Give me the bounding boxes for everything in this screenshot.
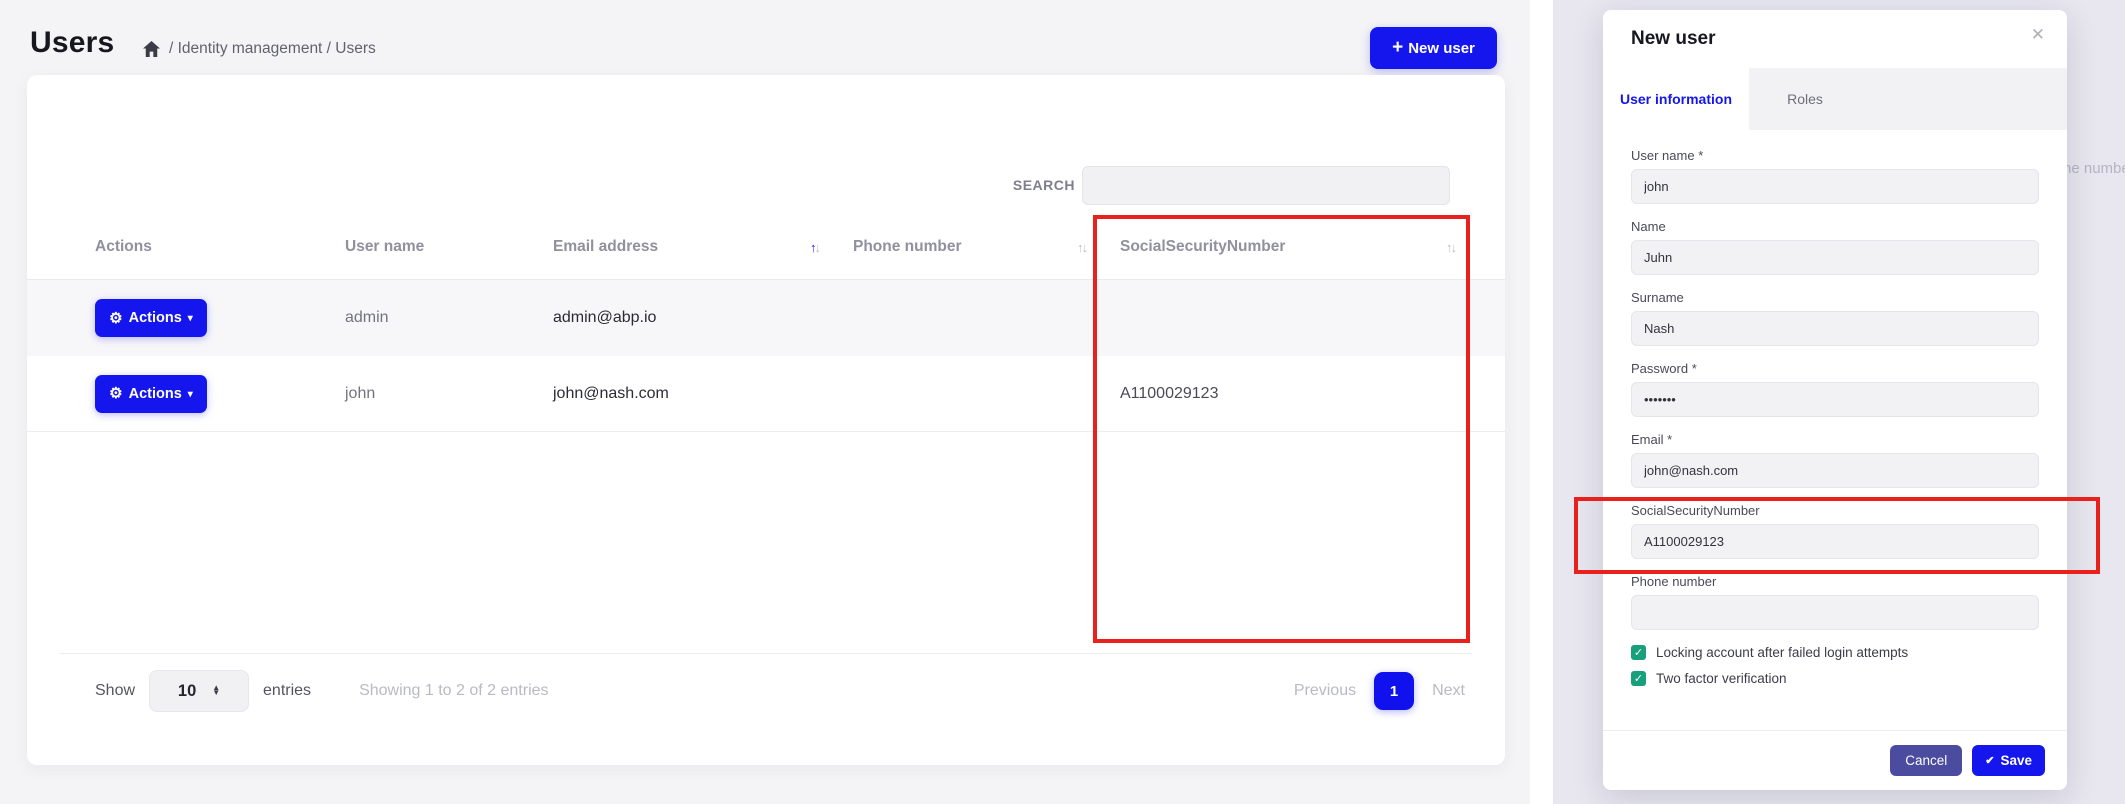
table-row: ⚙ Actions ▾ admin admin@abp.io [27,280,1505,356]
search-label: SEARCH [967,177,1075,193]
checkbox-checked-icon[interactable]: ✓ [1631,671,1646,686]
pagination-bar: Show 10 ▲▼ entries Showing 1 to 2 of 2 e… [95,669,1465,713]
tab-roles[interactable]: Roles [1749,68,1861,130]
caret-down-icon: ▾ [188,314,193,324]
field-ssn: SocialSecurityNumber [1631,503,2039,559]
modal-body: User name * Name Surname Password * Emai… [1603,130,2067,686]
two-factor-checkbox-row: ✓ Two factor verification [1631,671,2039,686]
save-button[interactable]: ✔ Save [1972,745,2045,776]
column-header-ssn: SocialSecurityNumber ↑↓ [1120,238,1465,256]
screen: Users / Identity management / Users + Ne… [0,0,2125,804]
cell-email: admin@abp.io [553,309,853,327]
close-icon[interactable]: ✕ [2031,25,2045,45]
column-header-user-name: User name [345,238,553,256]
sort-icon-phone[interactable]: ↑↓ [1077,240,1086,255]
table-header: Actions User name Email address ↑↓ Phone… [27,215,1505,280]
password-label: Password * [1631,361,2039,376]
field-name: Name [1631,219,2039,275]
new-user-button-label: New user [1408,40,1475,57]
surname-input[interactable] [1631,311,2039,346]
surname-label: Surname [1631,290,2039,305]
field-surname: Surname [1631,290,2039,346]
ssn-input[interactable] [1631,524,2039,559]
checkbox-checked-icon[interactable]: ✓ [1631,645,1646,660]
lockout-checkbox-label: Locking account after failed login attem… [1656,645,1908,660]
actions-dropdown-button[interactable]: ⚙ Actions ▾ [95,375,207,413]
plus-icon: + [1392,38,1403,57]
user-name-input[interactable] [1631,169,2039,204]
name-label: Name [1631,219,2039,234]
previous-page-button[interactable]: Previous [1294,682,1356,700]
cell-user-name: john [345,385,553,403]
breadcrumb: / Identity management / Users [143,40,376,58]
password-input[interactable] [1631,382,2039,417]
name-input[interactable] [1631,240,2039,275]
modal-header: New user ✕ [1603,10,2067,68]
two-factor-checkbox-label: Two factor verification [1656,671,1787,686]
current-page-button[interactable]: 1 [1374,672,1414,710]
lockout-checkbox-row: ✓ Locking account after failed login att… [1631,645,2039,660]
cell-ssn: A1100029123 [1120,385,1465,403]
new-user-modal: New user ✕ User information Roles User n… [1603,10,2067,790]
field-email: Email * [1631,432,2039,488]
background-text-fragment: ne number [2063,160,2125,177]
stepper-icon: ▲▼ [212,686,220,696]
page-title: Users [30,26,114,60]
phone-label: Phone number [1631,574,2039,589]
field-password: Password * [1631,361,2039,417]
breadcrumb-path: / Identity management / Users [169,40,376,58]
email-input[interactable] [1631,453,2039,488]
entries-label: entries [263,682,311,700]
page-size-value: 10 [178,682,196,701]
next-page-button[interactable]: Next [1432,682,1465,700]
users-card: SEARCH Actions User name Email address ↑… [27,75,1505,765]
entries-summary: Showing 1 to 2 of 2 entries [359,682,548,700]
column-header-phone: Phone number ↑↓ [853,238,1120,256]
field-phone: Phone number [1631,574,2039,630]
page-size-select[interactable]: 10 ▲▼ [149,670,249,712]
column-header-email: Email address ↑↓ [553,238,853,256]
user-name-label: User name * [1631,148,2039,163]
email-label: Email * [1631,432,2039,447]
cell-user-name: admin [345,309,553,327]
sort-icon-ssn[interactable]: ↑↓ [1446,240,1455,255]
home-icon[interactable] [143,41,160,57]
modal-footer: Cancel ✔ Save [1603,730,2067,790]
ssn-label: SocialSecurityNumber [1631,503,2039,518]
table-bottom-divider [60,653,1472,654]
screenshot-divider [1530,0,1553,804]
caret-down-icon: ▾ [188,390,193,400]
modal-tabbar: User information Roles [1603,68,2067,130]
check-icon: ✔ [1985,754,1994,767]
search-input[interactable] [1082,166,1450,205]
save-button-label: Save [2000,753,2032,768]
cancel-button[interactable]: Cancel [1890,745,1962,776]
users-page: Users / Identity management / Users + Ne… [0,0,1530,804]
sort-icon-email[interactable]: ↑↓ [810,240,819,255]
actions-dropdown-button[interactable]: ⚙ Actions ▾ [95,299,207,337]
modal-title: New user [1631,28,1715,50]
cell-email: john@nash.com [553,385,853,403]
gear-icon: ⚙ [109,386,122,401]
new-user-button[interactable]: + New user [1370,27,1497,69]
field-user-name: User name * [1631,148,2039,204]
column-header-actions: Actions [95,238,345,256]
show-label: Show [95,682,135,700]
table-row: ⚙ Actions ▾ john john@nash.com A11000291… [27,356,1505,432]
tab-user-information[interactable]: User information [1603,68,1749,130]
phone-input[interactable] [1631,595,2039,630]
gear-icon: ⚙ [109,311,122,326]
